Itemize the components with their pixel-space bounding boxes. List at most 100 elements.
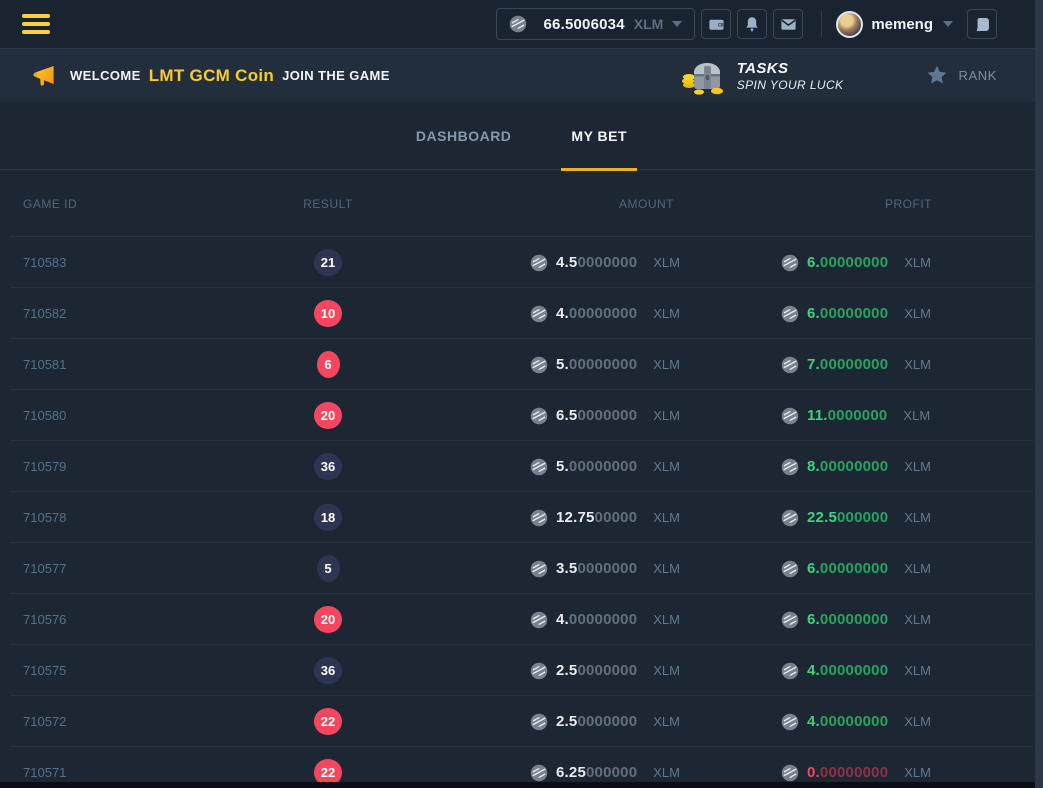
game-id: 710572 [23, 714, 213, 729]
profit-currency: XLM [904, 663, 931, 678]
user-menu[interactable]: memeng [836, 11, 953, 38]
profit-value: 6.00000000 [807, 254, 888, 271]
result-cell: 10 [213, 300, 443, 327]
result-badge: 5 [317, 555, 340, 582]
profit-value: 6.00000000 [807, 611, 888, 628]
table-row[interactable]: 710576204.00000000XLM6.00000000XLM [0, 594, 1043, 645]
table-row[interactable]: 710572 22 2.50000000XLM4.00000000XLM [0, 696, 1043, 747]
amount-value: 5.00000000 [556, 356, 637, 373]
amount-value: 4.00000000 [556, 611, 637, 628]
topbar: 66.5006034 XLM memeng [0, 0, 1043, 48]
amount-currency: XLM [653, 357, 680, 372]
amount-cell: 2.50000000XLM [443, 713, 733, 731]
amount-currency: XLM [653, 255, 680, 270]
result-cell: 21 [213, 249, 443, 276]
table-row[interactable]: 710583214.50000000XLM6.00000000XLM [0, 237, 1043, 288]
profit-value: 6.00000000 [807, 305, 888, 322]
profit-currency: XLM [904, 459, 931, 474]
game-id: 710580 [23, 408, 213, 423]
xlm-coin-icon [781, 356, 807, 374]
profit-currency: XLM [904, 612, 931, 627]
amount-currency: XLM [653, 612, 680, 627]
header-amount: AMOUNT [443, 197, 733, 211]
game-id: 710575 [23, 663, 213, 678]
welcome-suffix: JOIN THE GAME [282, 68, 390, 83]
topbar-divider [821, 11, 822, 37]
scrollbar[interactable] [1035, 0, 1043, 788]
profit-value: 22.5000000 [807, 509, 888, 526]
profit-currency: XLM [904, 765, 931, 780]
chat-button[interactable] [967, 9, 997, 39]
profit-cell: 0.00000000 XLM [733, 764, 1025, 782]
profit-currency: XLM [904, 357, 931, 372]
xlm-coin-icon [530, 407, 556, 425]
tab-dashboard[interactable]: DASHBOARD [406, 102, 522, 170]
profit-currency: XLM [904, 255, 931, 270]
table-row[interactable]: 71058165.00000000XLM7.00000000XLM [0, 339, 1043, 390]
game-id: 710582 [23, 306, 213, 321]
table-row[interactable]: 71057753.50000000XLM6.00000000XLM [0, 543, 1043, 594]
result-badge: 22 [314, 708, 342, 735]
xlm-coin-icon [781, 560, 807, 578]
messages-button[interactable] [773, 9, 803, 39]
welcome-prefix: WELCOME [70, 68, 141, 83]
amount-cell: 6.50000000XLM [443, 407, 733, 425]
amount-cell: 4.00000000XLM [443, 305, 733, 323]
amount-currency: XLM [653, 663, 680, 678]
table-row[interactable]: 710579365.00000000XLM8.00000000XLM [0, 441, 1043, 492]
tab-my-bet[interactable]: MY BET [561, 102, 637, 170]
rank-label: RANK [958, 68, 997, 83]
balance-selector[interactable]: 66.5006034 XLM [496, 8, 696, 40]
profit-value: 0.00000000 [807, 764, 888, 781]
xlm-coin-icon [781, 764, 807, 782]
profit-value: 6.00000000 [807, 560, 888, 577]
header-game-id: GAME ID [23, 197, 213, 211]
profit-cell: 4.00000000XLM [733, 713, 1025, 731]
footer-edge [0, 782, 1035, 788]
profit-value: 11.0000000 [807, 407, 887, 424]
amount-cell: 3.50000000XLM [443, 560, 733, 578]
amount-value: 6.50000000 [556, 407, 637, 424]
welcome-message: WELCOME LMT GCM Coin JOIN THE GAME [70, 66, 390, 86]
amount-cell: 4.00000000 XLM [443, 611, 733, 629]
profit-currency: XLM [903, 408, 930, 423]
xlm-coin-icon [530, 254, 556, 272]
xlm-coin-icon [781, 713, 807, 731]
result-badge: 36 [314, 453, 342, 480]
xlm-coin-icon [781, 407, 807, 425]
profit-cell: 7.00000000 XLM [733, 356, 1025, 374]
amount-currency: XLM [653, 714, 680, 729]
result-cell: 20 [213, 402, 443, 429]
table-row[interactable]: 710575362.50000000XLM4.00000000XLM [0, 645, 1043, 696]
game-id: 710581 [23, 357, 213, 372]
xlm-coin-icon [530, 356, 556, 374]
wallet-icon [707, 15, 726, 34]
header-result: RESULT [213, 197, 443, 211]
game-id: 710579 [23, 459, 213, 474]
rank-widget[interactable]: RANK [925, 64, 997, 87]
table-row[interactable]: 7105781812.7500000XLM22.5000000XLM [0, 492, 1043, 543]
balance-currency: XLM [634, 16, 664, 32]
notifications-button[interactable] [737, 9, 767, 39]
table-row[interactable]: 710582104.00000000XLM6.00000000XLM [0, 288, 1043, 339]
result-cell: 36 [213, 657, 443, 684]
result-badge: 21 [314, 249, 342, 276]
table-row[interactable]: 710580206.50000000XLM 11.0000000 XLM [0, 390, 1043, 441]
tasks-widget[interactable]: TASKS SPIN YOUR LUCK [679, 56, 844, 96]
result-cell: 36 [213, 453, 443, 480]
table-body: 710583214.50000000XLM6.00000000XLM710582… [0, 237, 1043, 788]
wallet-button[interactable] [701, 9, 731, 39]
profit-currency: XLM [904, 510, 931, 525]
mail-icon [779, 15, 798, 34]
xlm-coin-icon [530, 764, 556, 782]
my-bet-table: GAME ID RESULT AMOUNT PROFIT 710583214.5… [0, 170, 1043, 788]
profit-value: 7.00000000 [807, 356, 888, 373]
result-badge: 10 [314, 300, 342, 327]
profit-cell: 22.5000000 XLM [733, 509, 1025, 527]
menu-icon[interactable] [22, 10, 50, 38]
amount-value: 5.00000000 [556, 458, 637, 475]
xlm-coin-icon [781, 458, 807, 476]
amount-value: 4.50000000 [556, 254, 637, 271]
xlm-coin-icon [530, 611, 556, 629]
megaphone-icon [30, 62, 57, 89]
